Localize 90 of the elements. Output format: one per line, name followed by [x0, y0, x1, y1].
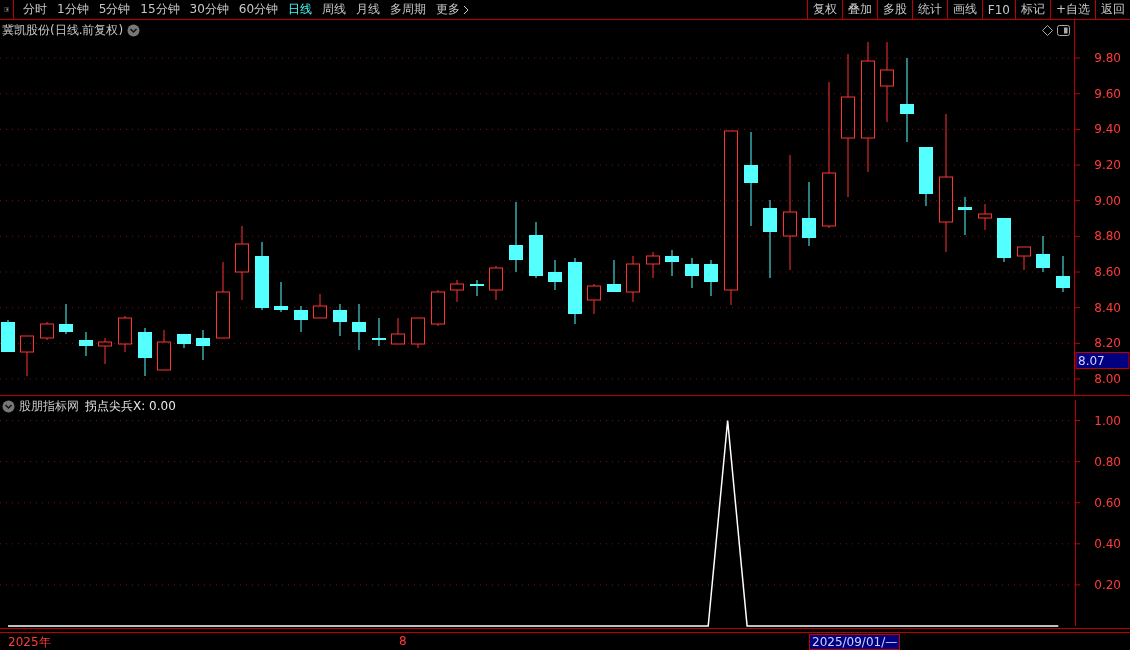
period-tab[interactable]: 多周期 [385, 0, 432, 19]
candle [529, 221, 543, 279]
period-tab[interactable]: 30分钟 [184, 0, 234, 19]
price-label: 9.60 [1094, 86, 1121, 101]
axis-label: 0.60 [1094, 495, 1121, 510]
candle [333, 303, 347, 337]
dropdown-icon[interactable] [2, 399, 15, 413]
period-tab[interactable]: 15分钟 [135, 0, 185, 19]
candle [587, 283, 601, 315]
candle [352, 303, 366, 351]
candle [626, 255, 640, 303]
candle [489, 265, 503, 301]
candle [118, 315, 132, 353]
candle [59, 303, 73, 335]
price-label: 8.60 [1094, 265, 1121, 279]
candle [1017, 246, 1031, 271]
candle [255, 241, 269, 311]
period-tab[interactable]: 分时 [18, 0, 52, 19]
candle [997, 217, 1011, 263]
price-label: 9.00 [1094, 193, 1121, 208]
candle [548, 259, 562, 291]
candle [20, 335, 34, 377]
axis-label: 0.80 [1094, 454, 1121, 469]
diamond-icon[interactable] [1042, 24, 1053, 36]
candle [665, 249, 679, 277]
candle [509, 201, 523, 273]
candle [138, 327, 152, 377]
candle [274, 281, 288, 313]
candle [177, 333, 191, 349]
indicator-source: 股朋指标网 [19, 397, 79, 415]
toolbar-button[interactable]: 画线 [946, 0, 982, 19]
period-tab[interactable]: 更多 [431, 0, 475, 19]
price-label: 9.20 [1094, 158, 1121, 173]
price-label: 8.80 [1094, 229, 1121, 244]
candle [294, 305, 308, 333]
candle [79, 331, 93, 357]
candle [607, 259, 621, 293]
period-tab[interactable]: 日线 [283, 0, 318, 19]
candle [40, 321, 54, 341]
indicator-reading: 拐点尖兵X: 0.00 [85, 397, 176, 415]
candle [391, 317, 405, 345]
candle [646, 251, 660, 279]
panel-toggle-icon[interactable] [1057, 24, 1070, 36]
axis-label: 0.20 [1094, 577, 1121, 592]
axis-label: 1.00 [1094, 413, 1121, 428]
month-label: 8 [399, 634, 407, 648]
price-label: 8.00 [1094, 372, 1121, 386]
toolbar-button[interactable]: 标记 [1014, 0, 1050, 19]
candle [372, 317, 386, 347]
candle [958, 196, 972, 236]
period-tab[interactable]: 周线 [317, 0, 352, 19]
axis-label: 0.40 [1094, 536, 1121, 551]
candle [568, 257, 582, 325]
candle [470, 279, 484, 297]
toolbar-button[interactable]: F10 [981, 0, 1015, 19]
candle [685, 257, 699, 289]
toolbar-button[interactable]: 叠加 [841, 0, 877, 19]
candle [1056, 255, 1070, 293]
candle [411, 317, 425, 349]
current-price-label: 8.07 [1078, 353, 1105, 368]
toolbar-button[interactable]: +自选 [1049, 0, 1095, 19]
candle [431, 289, 445, 327]
toolbar-button[interactable]: 多股 [876, 0, 912, 19]
candle [919, 146, 933, 207]
period-tab[interactable]: 月线 [351, 0, 386, 19]
candle [1036, 235, 1050, 273]
chart-title: 冀凯股份(日线.前复权) [2, 21, 124, 39]
dropdown-icon[interactable] [127, 23, 141, 37]
candle [98, 337, 112, 365]
toolbar-button[interactable]: 返回 [1095, 0, 1130, 19]
candle [978, 203, 992, 231]
candle [450, 279, 464, 303]
toolbar-button[interactable]: 复权 [806, 0, 842, 19]
price-label: 9.80 [1094, 51, 1121, 66]
candle [1, 319, 15, 353]
candle [196, 329, 210, 361]
year-label: 2025年 [8, 634, 51, 650]
price-label: 8.40 [1094, 300, 1121, 315]
chevron-right-icon [463, 4, 470, 15]
toolbar-button[interactable]: 统计 [911, 0, 947, 19]
candle [313, 293, 327, 319]
period-tab[interactable]: 60分钟 [233, 0, 284, 19]
candle [802, 181, 816, 247]
price-label: 8.20 [1094, 336, 1121, 351]
candle [704, 259, 718, 297]
period-tab[interactable]: 1分钟 [52, 0, 94, 19]
period-tab[interactable]: 5分钟 [93, 0, 136, 19]
candle [157, 329, 171, 371]
cursor-date-label: 2025/09/01/— [809, 634, 901, 650]
price-label: 9.40 [1094, 122, 1121, 137]
